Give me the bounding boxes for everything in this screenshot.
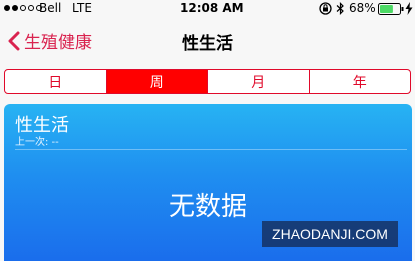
charging-bolt-icon <box>405 2 413 15</box>
navigation-bar: 生殖健康 性生活 <box>0 18 415 64</box>
carrier-name: Bell <box>39 1 62 15</box>
status-bar: Bell LTE 12:08 AM 68% <box>0 0 415 18</box>
segment-year[interactable]: 年 <box>310 70 411 93</box>
orientation-lock-icon <box>319 2 332 15</box>
period-segmented-control: 日 周 月 年 <box>4 69 411 94</box>
card-divider <box>15 149 407 150</box>
screen: Bell LTE 12:08 AM 68% 生殖健康 性生活 日 周 月 年 性… <box>0 0 415 261</box>
signal-strength-icon <box>4 5 42 11</box>
network-type: LTE <box>72 1 92 15</box>
no-data-label: 无数据 <box>168 192 247 222</box>
status-time: 12:08 AM <box>180 1 244 15</box>
bluetooth-icon <box>336 2 344 15</box>
card-subtitle: 上一次: -- <box>15 137 59 148</box>
segment-week[interactable]: 周 <box>106 70 208 93</box>
battery-icon <box>378 3 404 15</box>
segment-day[interactable]: 日 <box>5 70 107 93</box>
page-title: 性生活 <box>182 34 233 54</box>
segment-month[interactable]: 月 <box>208 70 310 93</box>
watermark: ZHAODANJI.COM <box>262 221 398 247</box>
battery-percentage: 68% <box>349 1 376 15</box>
